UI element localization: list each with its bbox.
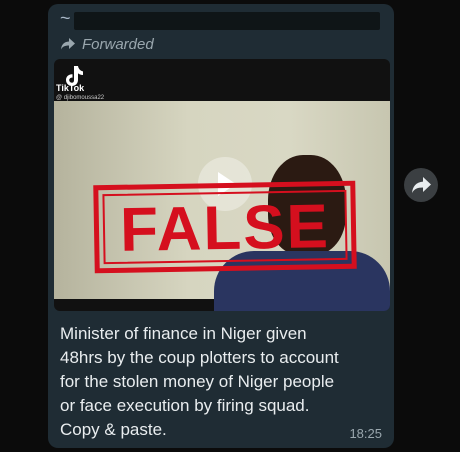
message-caption: Minister of finance in Niger given 48hrs… xyxy=(60,322,390,442)
forwarded-label: Forwarded xyxy=(82,35,154,53)
forwarded-row: Forwarded xyxy=(60,34,154,54)
forward-button[interactable] xyxy=(404,168,438,202)
false-stamp: FALSE xyxy=(93,180,357,274)
caption-line: Minister of finance in Niger given xyxy=(60,324,307,343)
tiktok-watermark-label: TikTok xyxy=(56,83,85,93)
sender-tilde: ~ xyxy=(60,8,71,28)
sender-name-redacted: ~ xyxy=(60,8,380,32)
forward-arrow-icon xyxy=(61,38,75,50)
video-thumbnail[interactable]: TikTok @ djibomoussa22 FALSE xyxy=(54,59,390,311)
redaction-bar xyxy=(74,12,380,30)
message-timestamp: 18:25 xyxy=(349,426,382,441)
caption-line: or face execution by firing squad. xyxy=(60,396,310,415)
false-stamp-text: FALSE xyxy=(119,192,331,265)
forward-arrow-icon xyxy=(412,177,431,193)
tiktok-watermark-handle: @ djibomoussa22 xyxy=(56,95,105,101)
caption-line: 48hrs by the coup plotters to account xyxy=(60,348,339,367)
message-bubble[interactable]: ~ Forwarded TikTok @ djibomoussa22 FALSE… xyxy=(48,4,394,448)
caption-line: Copy & paste. xyxy=(60,420,167,439)
caption-line: for the stolen money of Niger people xyxy=(60,372,335,391)
